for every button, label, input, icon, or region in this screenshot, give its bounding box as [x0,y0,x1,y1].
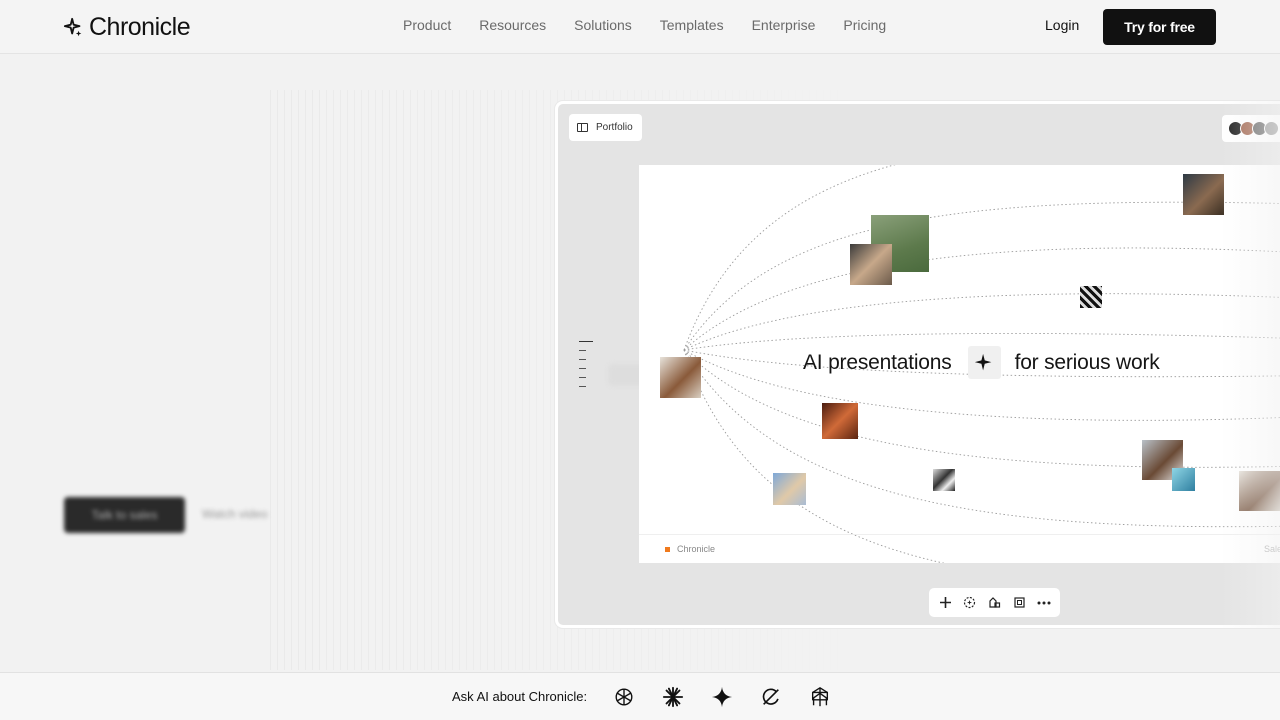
main-nav: Product Resources Solutions Templates En… [403,17,886,33]
slide-canvas[interactable]: AI presentations for serious work Chroni… [639,165,1280,563]
slide-footer-brand: Chronicle [665,544,715,554]
shapes-icon[interactable] [984,593,1004,613]
editor-toolbar [929,588,1060,617]
slide-headline: AI presentations for serious work [803,346,1160,379]
ai-icons [611,684,833,710]
frame-icon[interactable] [1009,593,1029,613]
slide-footer: Chronicle Sale [639,534,1280,563]
watch-video-link[interactable]: Watch video [202,507,268,521]
perplexity-icon[interactable] [807,684,833,710]
logo[interactable]: Chronicle [63,13,191,42]
avatar [1264,121,1279,136]
photo-elderly-woman[interactable] [773,473,806,505]
photo-zebra-pattern[interactable] [1080,286,1102,308]
claude-icon[interactable] [660,684,686,710]
nav-pricing[interactable]: Pricing [843,17,886,33]
slide-footer-brand-text: Chronicle [677,544,716,554]
gemini-icon[interactable] [709,684,735,710]
slide-thumbnails-indicator[interactable] [579,341,593,395]
sidebar-toggle-icon [577,123,588,132]
app-window-preview: Portfolio AI presentations for serious w… [555,101,1280,628]
more-icon[interactable] [1034,593,1054,613]
login-link[interactable]: Login [1045,17,1079,33]
photo-warm-abstract[interactable] [822,403,858,439]
site-header: Chronicle Product Resources Solutions Te… [0,0,1280,54]
sparkle-circle-icon[interactable] [960,593,980,613]
headline-left: AI presentations [803,350,952,374]
nav-product[interactable]: Product [403,17,451,33]
photo-bw-texture[interactable] [933,469,955,491]
ask-ai-label: Ask AI about Chronicle: [452,689,588,704]
openai-icon[interactable] [611,684,637,710]
photo-woman-portrait[interactable] [850,244,892,285]
photo-blue-abstract[interactable] [1172,468,1195,491]
collaborator-avatars[interactable] [1222,115,1280,142]
talk-to-sales-button[interactable]: Talk to sales [64,497,185,533]
headline-right: for serious work [1014,350,1160,374]
nav-solutions[interactable]: Solutions [574,17,632,33]
chronicle-spark-icon [63,17,82,36]
try-for-free-button[interactable]: Try for free [1103,9,1216,45]
portfolio-tab-label: Portfolio [596,122,633,133]
slide-footer-right-text: Sale [1264,544,1280,554]
grok-icon[interactable] [758,684,784,710]
nav-resources[interactable]: Resources [479,17,546,33]
nav-enterprise[interactable]: Enterprise [752,17,816,33]
brand-square-icon [665,546,670,552]
ask-ai-bar: Ask AI about Chronicle: [0,672,1280,720]
photo-desk-work[interactable] [1183,174,1224,215]
nav-templates[interactable]: Templates [660,17,724,33]
portfolio-tab[interactable]: Portfolio [569,114,642,141]
photo-curly-hair-woman[interactable] [660,357,701,398]
plus-icon[interactable] [935,593,955,613]
photo-office[interactable] [1239,471,1280,511]
spark-icon [967,346,1001,379]
logo-text: Chronicle [89,13,191,41]
